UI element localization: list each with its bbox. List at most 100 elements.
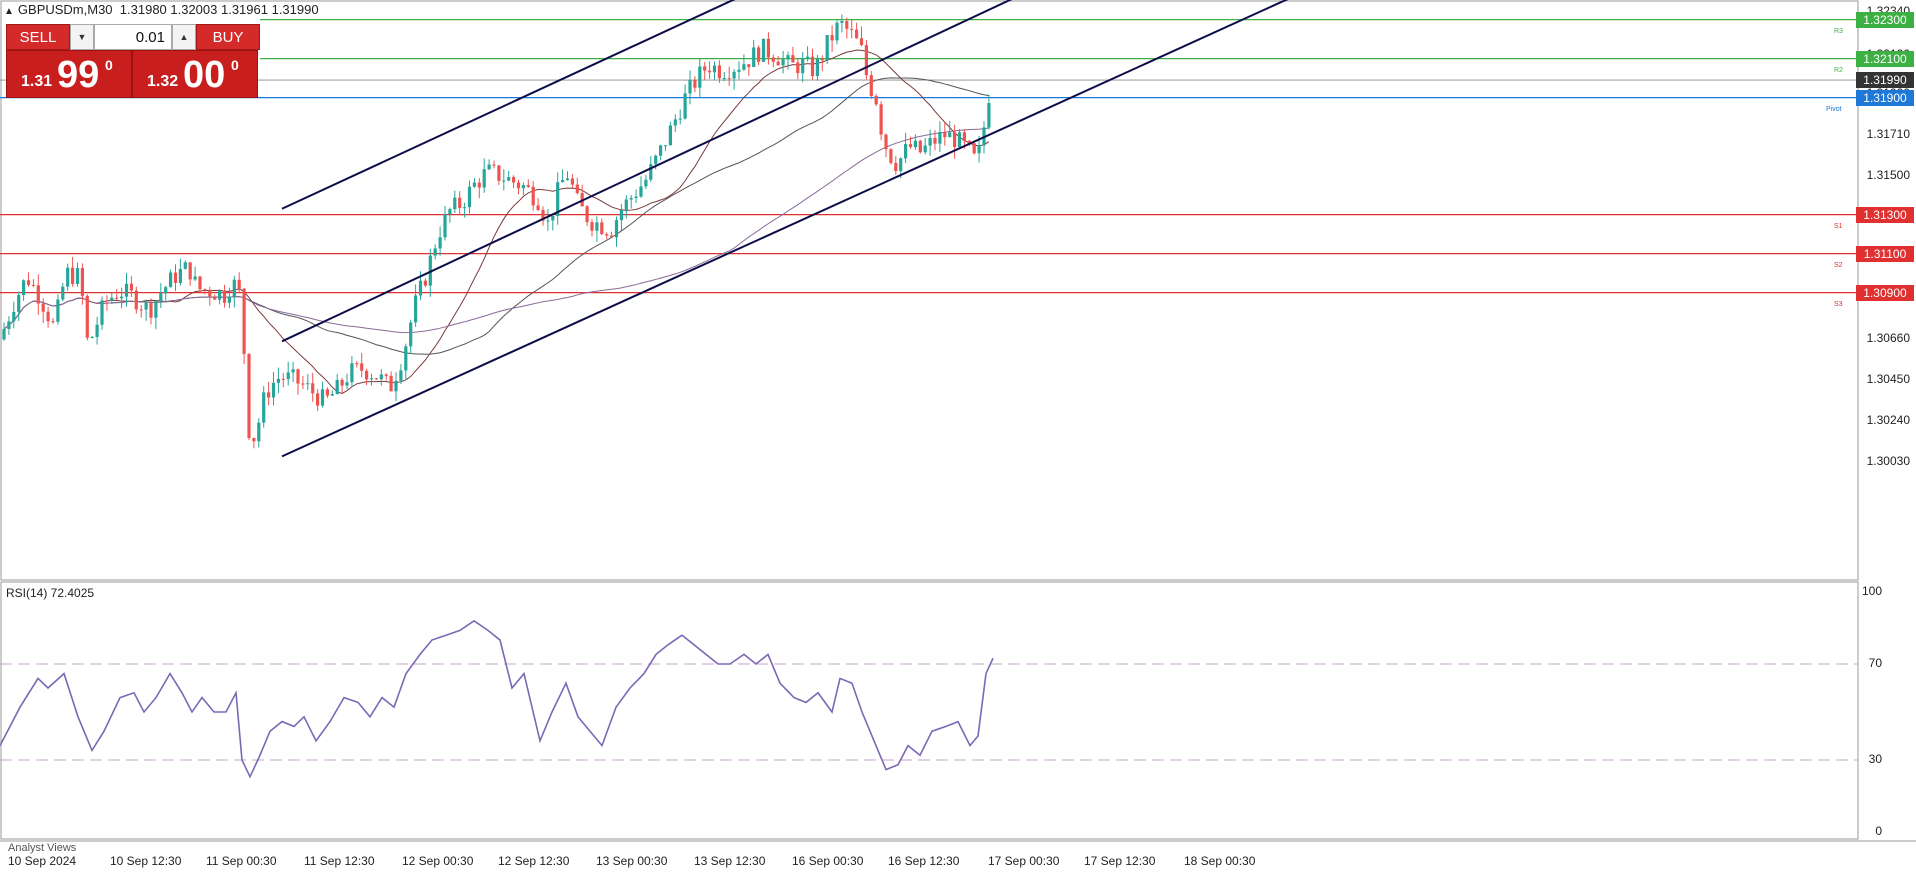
symbol-timeframe: GBPUSDm,M30 [17,2,113,17]
candle-body [41,303,45,312]
candle-body [590,222,594,231]
analyst-views-tab[interactable]: Analyst Views [8,842,76,854]
candle-body [815,58,819,77]
candle-body [448,209,452,215]
candle-body [384,374,388,376]
candle-body [747,64,751,68]
time-axis-label: 13 Sep 00:30 [596,854,668,868]
candle-body [595,222,599,231]
candle-body [80,268,84,296]
bid-price-tile[interactable]: 1.31 99 0 [6,50,132,98]
candle-body [801,58,805,74]
level-price-label: 1.31990 [1856,72,1914,89]
candle-body [26,280,31,285]
pivot-tag: Pivot [1826,105,1842,113]
candle-body [271,382,276,398]
candle-body [663,145,668,147]
price-scale-label: 1.31710 [1866,126,1910,141]
candle-body [928,137,932,146]
candle-body [962,132,966,141]
candle-body [51,321,55,323]
candle-body [129,283,133,291]
candle-body [502,180,506,182]
lot-increase-button[interactable]: ▲ [172,24,196,50]
candle-body [276,378,280,383]
main-panel-border [0,0,1859,581]
candle-body [203,289,207,291]
candle-body [71,267,75,284]
candle-body [291,369,295,373]
channel-line-upper [281,0,736,210]
time-axis-label: 10 Sep 2024 [8,854,77,868]
candle-body [85,295,89,338]
candle-body [17,295,21,312]
candle-body [178,268,182,284]
candle-body [12,311,16,322]
candle-body [923,145,927,153]
lot-size-input[interactable] [94,24,172,50]
price-scale-label: 1.30660 [1866,331,1910,346]
time-axis-label: 17 Sep 12:30 [1084,854,1156,868]
candle-body [810,56,815,77]
candle-body [610,235,614,238]
candle-body [350,363,354,383]
candle-body [948,132,952,138]
candle-body [752,47,756,68]
candle-body [781,59,785,66]
candle-body [360,363,364,371]
candle-body [913,140,917,148]
candle-body [335,379,339,395]
chart-canvas[interactable] [0,0,1916,874]
candle-body [614,220,619,238]
one-click-trading-panel: SELL ▼ ▲ BUY 1.31 99 0 1.32 00 0 [6,24,260,98]
candle-body [467,186,472,208]
candle-body [355,363,359,365]
candle-body [953,132,957,148]
ask-fraction: 0 [231,57,239,73]
bid-prefix: 1.31 [21,73,53,90]
pivot-tag: R2 [1834,66,1843,74]
candle-body [144,302,148,310]
chart-frame [0,0,1916,842]
candle-body [512,177,516,183]
horizontal-levels[interactable] [0,18,1858,294]
candle-body [61,286,65,300]
sell-button[interactable]: SELL [6,24,70,50]
candle-body [835,22,839,41]
candle-body [864,45,868,76]
candle-body [546,220,550,222]
candle-body [712,65,717,73]
candle-body [737,69,741,72]
level-price-label: 1.32100 [1856,50,1914,67]
candle-body [115,297,119,299]
candle-body [164,287,168,294]
chevron-up-icon: ▲ [179,32,189,42]
candle-body [634,196,638,199]
candle-body [708,70,712,73]
pivot-tag: R3 [1834,27,1843,35]
candle-body [526,185,530,187]
candle-body [463,207,467,209]
candle-body [761,38,766,62]
rsi-scale-label: 100 [1861,584,1882,598]
price-scale-label: 1.30450 [1866,372,1910,387]
candle-body [497,165,501,181]
buy-button[interactable]: BUY [196,24,260,50]
candle-body [605,234,609,236]
candle-body [409,322,413,347]
candle-body [124,283,129,297]
candle-body [394,380,398,392]
candle-body [742,64,746,70]
time-axis-label: 17 Sep 00:30 [988,854,1060,868]
candle-body [218,290,222,300]
candle-body [134,290,138,310]
candle-body [766,38,770,58]
ask-price-tile[interactable]: 1.32 00 0 [132,50,258,98]
collapse-triangle-icon[interactable]: ▲ [4,6,14,17]
candle-body [830,35,834,41]
candle-body [600,222,604,235]
candle-body [786,55,790,60]
candle-body [561,180,565,183]
candle-body [492,164,496,166]
lot-decrease-button[interactable]: ▼ [70,24,94,50]
